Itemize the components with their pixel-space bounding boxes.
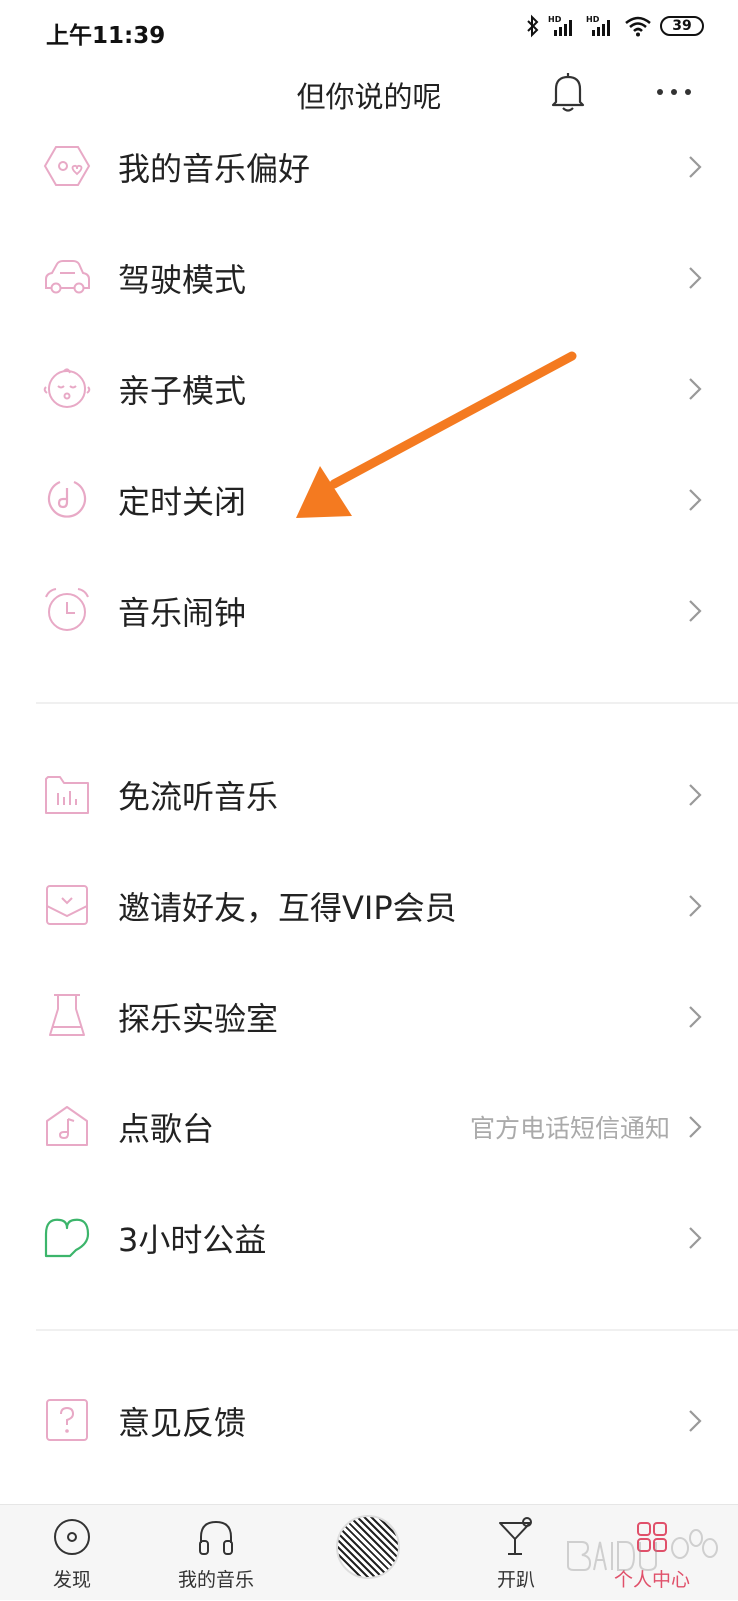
status-icons: HD HD 39 bbox=[526, 14, 704, 38]
chevron-right-icon bbox=[689, 156, 702, 178]
chevron-right-icon bbox=[689, 378, 702, 400]
menu-item-parent-child-mode[interactable]: 亲子模式 bbox=[0, 335, 738, 445]
menu-item-charity[interactable]: 3小时公益 bbox=[0, 1184, 738, 1294]
more-options-icon[interactable] bbox=[652, 72, 696, 112]
headphones-icon bbox=[199, 1520, 233, 1555]
chevron-right-icon bbox=[689, 784, 702, 806]
now-playing-disc-icon[interactable] bbox=[336, 1515, 400, 1579]
timer-icon bbox=[47, 480, 87, 518]
chevron-right-icon bbox=[689, 1410, 702, 1432]
menu-item-timer-off[interactable]: 定时关闭 bbox=[0, 446, 738, 556]
menu-item-label: 邀请好友，互得VIP会员 bbox=[118, 889, 457, 927]
menu-item-label: 驾驶模式 bbox=[118, 261, 247, 299]
tab-label: 开趴 bbox=[496, 1569, 535, 1591]
tab-discover[interactable]: 发现 bbox=[12, 1505, 132, 1601]
tab-label: 我的音乐 bbox=[177, 1569, 254, 1591]
chevron-right-icon bbox=[689, 267, 702, 289]
charity-heart-icon bbox=[44, 1218, 90, 1258]
menu-item-label: 3小时公益 bbox=[118, 1221, 267, 1259]
status-bar: 上午11:39 HD HD 39 bbox=[0, 0, 738, 62]
menu-item-label: 我的音乐偏好 bbox=[118, 150, 311, 188]
menu-item-label: 定时关闭 bbox=[118, 483, 247, 521]
lab-flask-icon bbox=[49, 994, 85, 1036]
profile-grid-icon bbox=[637, 1522, 667, 1552]
tab-my-music[interactable]: 我的音乐 bbox=[156, 1505, 276, 1601]
menu-item-subtitle: 官方电话短信通知 bbox=[469, 1114, 670, 1143]
feedback-question-icon bbox=[46, 1399, 88, 1441]
bell-icon[interactable] bbox=[548, 70, 588, 114]
tab-label: 发现 bbox=[52, 1569, 91, 1591]
svg-text:HD: HD bbox=[548, 15, 562, 24]
page-title: 但你说的呢 bbox=[296, 80, 442, 114]
menu-item-label: 探乐实验室 bbox=[118, 1000, 279, 1038]
chevron-right-icon bbox=[689, 1006, 702, 1028]
chevron-right-icon bbox=[689, 1116, 702, 1138]
menu-item-label: 亲子模式 bbox=[118, 372, 247, 410]
bluetooth-icon bbox=[527, 14, 539, 38]
menu-item-feedback[interactable]: 意见反馈 bbox=[0, 1367, 738, 1477]
tab-party[interactable]: 开趴 bbox=[456, 1505, 576, 1601]
cocktail-icon bbox=[499, 1517, 532, 1555]
tab-profile[interactable]: 个人中心 bbox=[592, 1505, 712, 1601]
signal-icon-2: HD bbox=[586, 15, 610, 36]
status-time: 上午11:39 bbox=[46, 23, 166, 49]
section-divider bbox=[36, 1329, 738, 1331]
section-divider bbox=[36, 702, 738, 704]
bottom-tab-bar: 发现 我的音乐 开趴 个人中心 bbox=[0, 1504, 738, 1600]
menu-item-song-request[interactable]: 点歌台 官方电话短信通知 bbox=[0, 1073, 738, 1183]
menu-item-label: 点歌台 bbox=[118, 1110, 215, 1148]
chevron-right-icon bbox=[689, 600, 702, 622]
disc-icon bbox=[54, 1519, 90, 1555]
baby-face-icon bbox=[43, 368, 91, 408]
battery-indicator: 39 bbox=[660, 16, 704, 36]
svg-text:HD: HD bbox=[586, 15, 600, 24]
signal-icon: HD bbox=[548, 15, 572, 36]
data-free-folder-icon bbox=[45, 776, 89, 814]
music-preference-icon bbox=[43, 146, 91, 186]
menu-item-label: 意见反馈 bbox=[118, 1404, 247, 1442]
alarm-clock-icon bbox=[45, 588, 89, 631]
menu-item-music-lab[interactable]: 探乐实验室 bbox=[0, 963, 738, 1073]
chevron-right-icon bbox=[689, 489, 702, 511]
car-icon bbox=[45, 260, 90, 294]
menu-item-label: 免流听音乐 bbox=[118, 778, 279, 816]
chevron-right-icon bbox=[689, 1227, 702, 1249]
menu-item-music-preference[interactable]: 我的音乐偏好 bbox=[0, 113, 738, 223]
menu-item-data-free-music[interactable]: 免流听音乐 bbox=[0, 741, 738, 851]
menu-item-music-alarm[interactable]: 音乐闹钟 bbox=[0, 557, 738, 667]
wifi-icon bbox=[625, 16, 651, 37]
tab-label: 个人中心 bbox=[613, 1569, 690, 1591]
chevron-right-icon bbox=[689, 895, 702, 917]
song-request-icon bbox=[46, 1106, 88, 1146]
menu-item-invite-friends[interactable]: 邀请好友，互得VIP会员 bbox=[0, 852, 738, 962]
menu-item-label: 音乐闹钟 bbox=[118, 594, 247, 632]
invite-envelope-icon bbox=[46, 885, 88, 925]
menu-item-driving-mode[interactable]: 驾驶模式 bbox=[0, 224, 738, 334]
